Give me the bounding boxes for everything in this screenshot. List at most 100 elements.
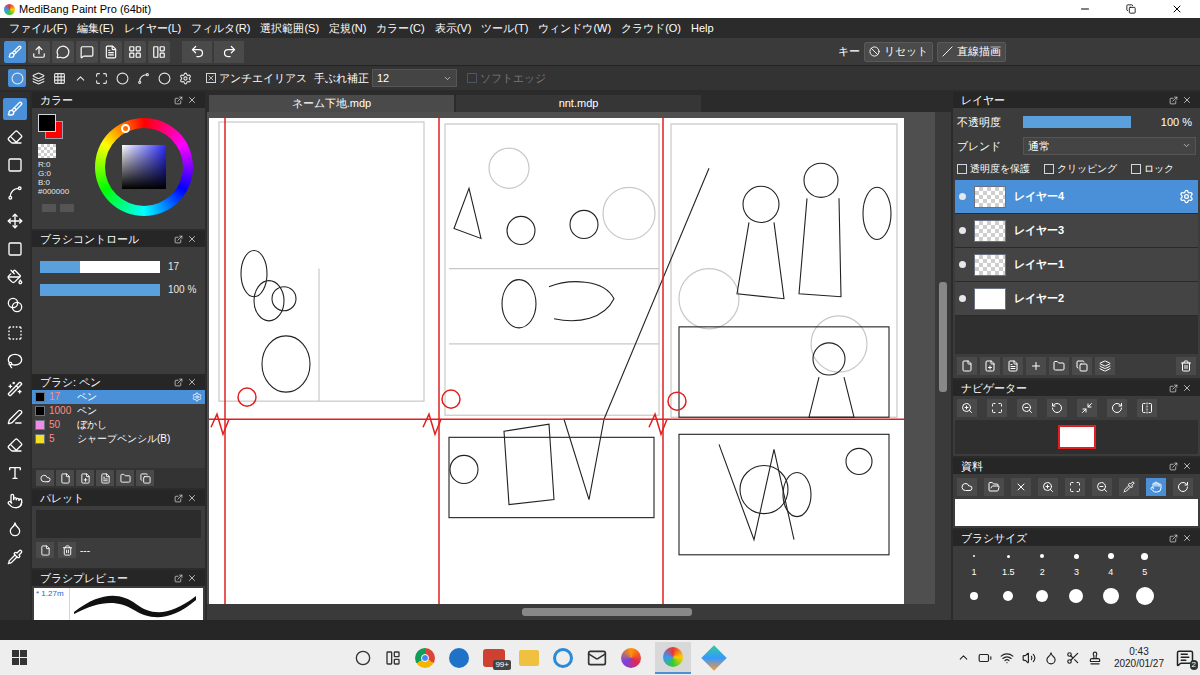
materials-button[interactable] <box>1065 478 1085 496</box>
tool-button[interactable] <box>3 266 27 288</box>
menu-item[interactable]: レイヤー(L) <box>119 20 186 37</box>
document-tab[interactable]: ネーム下地.mdp <box>209 95 454 112</box>
task-view-icon[interactable] <box>385 650 401 666</box>
delete-layer-button[interactable] <box>1176 357 1196 375</box>
notification-button[interactable]: 2 <box>1176 649 1194 667</box>
layer-row[interactable]: レイヤー2 <box>955 282 1198 316</box>
navigator-button[interactable] <box>1107 399 1127 417</box>
close-icon[interactable] <box>187 573 197 583</box>
brush-shape-button[interactable] <box>92 69 110 87</box>
brush-size-option[interactable]: 1 <box>957 552 991 580</box>
layer-action-button[interactable] <box>1026 357 1046 375</box>
mail-app[interactable]: 99+ <box>483 649 505 667</box>
canvas-view[interactable] <box>207 112 935 604</box>
stabilizer-select[interactable]: 12 <box>372 69 457 88</box>
layer-action-button[interactable] <box>1003 357 1023 375</box>
color-mode-button[interactable] <box>60 204 74 212</box>
layer-row[interactable]: レイヤー1 <box>955 248 1198 282</box>
menu-item[interactable]: ツール(T) <box>476 20 533 37</box>
layer-option[interactable]: クリッピング <box>1044 161 1117 176</box>
gear-icon[interactable] <box>1179 189 1194 204</box>
float-icon[interactable] <box>1169 462 1178 471</box>
transparent-swatch[interactable] <box>38 144 56 158</box>
brush-size-option[interactable] <box>1025 586 1059 606</box>
start-button[interactable] <box>12 650 27 665</box>
undo-button[interactable] <box>182 41 212 63</box>
float-icon[interactable] <box>174 378 183 387</box>
toolbar-button[interactable] <box>76 41 98 63</box>
toolbar-button[interactable] <box>52 41 74 63</box>
canvas-page[interactable] <box>209 118 904 604</box>
checkbox[interactable] <box>1131 164 1141 174</box>
materials-button[interactable] <box>957 478 977 496</box>
visibility-toggle[interactable] <box>959 295 966 302</box>
manga-sketch[interactable] <box>209 118 904 604</box>
ie-icon[interactable] <box>553 648 573 668</box>
materials-button[interactable] <box>1119 478 1139 496</box>
foreground-swatch[interactable] <box>38 114 56 132</box>
tray-expand-icon[interactable] <box>957 651 970 664</box>
tool-button[interactable] <box>3 210 27 232</box>
brush-shape-button[interactable] <box>176 69 194 87</box>
brush-shape-button[interactable] <box>29 69 47 87</box>
navigator-button[interactable] <box>1137 399 1157 417</box>
opacity-slider[interactable] <box>1023 116 1131 128</box>
materials-button[interactable] <box>1173 478 1193 496</box>
visibility-toggle[interactable] <box>959 193 966 200</box>
visibility-toggle[interactable] <box>959 261 966 268</box>
materials-button[interactable] <box>1011 478 1031 496</box>
brush-size-option[interactable]: 2 <box>1025 552 1059 580</box>
brush-item[interactable]: 17ペン <box>32 390 205 404</box>
layer-row[interactable]: レイヤー3 <box>955 214 1198 248</box>
brush-shape-button[interactable] <box>134 69 152 87</box>
brush-action-button[interactable] <box>56 470 74 486</box>
menu-item[interactable]: 定規(N) <box>324 20 371 37</box>
layer-action-button[interactable] <box>1049 357 1069 375</box>
brush-size-option[interactable] <box>1059 586 1093 606</box>
brush-slider[interactable] <box>40 261 160 273</box>
float-icon[interactable] <box>174 574 183 583</box>
brush-shape-button[interactable] <box>155 69 173 87</box>
navigator-button[interactable] <box>1047 399 1067 417</box>
battery-icon[interactable] <box>978 651 992 665</box>
brush-action-button[interactable] <box>136 470 154 486</box>
close-icon[interactable] <box>1182 95 1192 105</box>
new-palette-button[interactable] <box>36 542 54 558</box>
app-icon[interactable] <box>701 645 726 670</box>
brush-shape-button[interactable] <box>50 69 68 87</box>
brush-shape-button[interactable] <box>113 69 131 87</box>
color-mode-button[interactable] <box>42 204 56 212</box>
dropbox-icon[interactable] <box>1044 651 1058 665</box>
tool-button[interactable] <box>3 546 27 568</box>
layer-action-button[interactable] <box>957 357 977 375</box>
tool-button[interactable] <box>3 518 27 540</box>
navigator-button[interactable] <box>957 399 977 417</box>
tray-app-icon[interactable] <box>1066 651 1080 665</box>
toolbar-button[interactable] <box>28 41 50 63</box>
brush-size-option[interactable]: 4 <box>1094 552 1128 580</box>
tool-button[interactable] <box>3 490 27 512</box>
horizontal-scrollbar[interactable] <box>207 604 951 620</box>
reset-button[interactable]: リセット <box>864 42 933 62</box>
close-icon[interactable] <box>1182 383 1192 393</box>
brush-size-option[interactable] <box>991 586 1025 606</box>
float-icon[interactable] <box>1169 534 1178 543</box>
blend-select[interactable]: 通常 <box>1023 137 1196 156</box>
restore-button[interactable] <box>1108 4 1154 14</box>
brush-action-button[interactable] <box>116 470 134 486</box>
color-swatches[interactable] <box>36 112 66 142</box>
tool-button[interactable] <box>3 378 27 400</box>
menu-item[interactable]: 編集(E) <box>72 20 119 37</box>
tool-button[interactable] <box>3 294 27 316</box>
tool-button[interactable] <box>3 126 27 148</box>
brush-size-option[interactable] <box>957 586 991 606</box>
minimize-button[interactable] <box>1062 3 1108 15</box>
checkbox[interactable] <box>1044 164 1054 174</box>
brush-item[interactable]: 1000ペン <box>32 404 205 418</box>
navigator-button[interactable] <box>1077 399 1097 417</box>
brush-size-option[interactable]: 5 <box>1128 552 1162 580</box>
tool-button[interactable] <box>3 154 27 176</box>
layer-option[interactable]: 透明度を保護 <box>957 161 1030 176</box>
straight-line-button[interactable]: 直線描画 <box>937 42 1006 62</box>
document-tab[interactable]: nnt.mdp <box>456 95 701 112</box>
